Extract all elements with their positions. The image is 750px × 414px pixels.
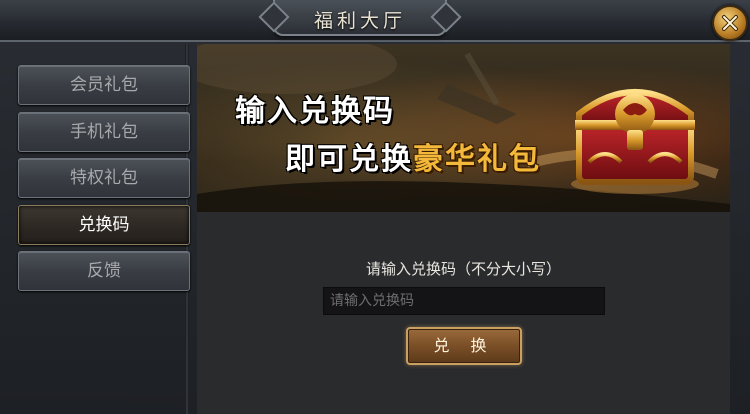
banner-subheadline-highlight: 豪华礼包: [413, 142, 541, 177]
sidebar-item-feedback[interactable]: 反馈: [18, 251, 190, 291]
title-plate: 福利大厅: [273, 0, 447, 36]
sidebar-item-privilege-pack[interactable]: 特权礼包: [18, 158, 190, 198]
redeem-code-input[interactable]: [323, 287, 605, 315]
redeem-button[interactable]: 兑 换: [406, 327, 522, 365]
treasure-chest-icon: [571, 89, 699, 194]
close-icon: [722, 15, 738, 31]
banner-headline: 输入兑换码: [235, 94, 395, 129]
redeem-instruction: 请输入兑换码（不分大小写）: [365, 260, 561, 278]
banner-subheadline: 即可兑换豪华礼包: [285, 134, 541, 178]
sidebar-item-vip-pack[interactable]: 会员礼包: [18, 65, 190, 105]
window-title: 福利大厅: [313, 10, 406, 32]
promo-banner: 输入兑换码 即可兑换豪华礼包: [197, 44, 730, 212]
sidebar-item-mobile-pack[interactable]: 手机礼包: [18, 112, 190, 152]
welfare-hall-window: 福利大厅 会员礼包 手机礼包 特权礼包 兑换码 反馈 输入兑换码 即可兑换豪华礼…: [0, 0, 750, 414]
title-bar: 福利大厅: [0, 0, 750, 42]
sidebar: 会员礼包 手机礼包 特权礼包 兑换码 反馈: [10, 48, 195, 414]
sidebar-item-redeem-code[interactable]: 兑换码: [18, 205, 190, 245]
close-button[interactable]: [712, 5, 748, 41]
banner-subheadline-prefix: 即可兑换: [285, 142, 413, 177]
main-panel: 输入兑换码 即可兑换豪华礼包 请输入兑换码（不分大小写） 请输入兑换码 兑 换: [197, 44, 730, 414]
